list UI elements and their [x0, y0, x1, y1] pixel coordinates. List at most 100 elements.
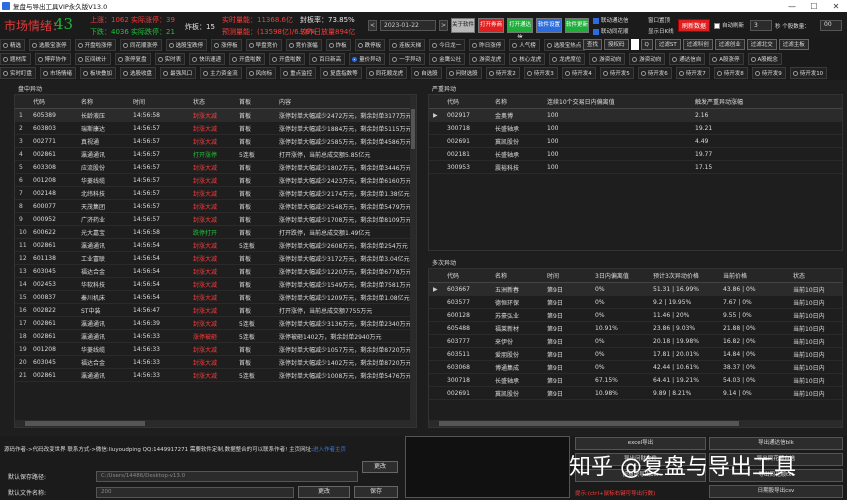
- filter-option[interactable]: 自选股: [411, 67, 442, 79]
- table-row[interactable]: 6 001208 华菱线缆 14:56:57 封涨大减 首板 涨停封单大幅减少2423万元，…: [15, 174, 416, 187]
- table-row[interactable]: 603511 爱朋股份 第9日 0% 17.81 | 20.01% 14.84 | 0% 当…: [429, 348, 842, 361]
- table-row[interactable]: 15 000837 秦川机床 14:56:54 封涨大减 首板 涨停封单大幅减少1209万元…: [15, 291, 416, 304]
- search-input[interactable]: [630, 39, 639, 50]
- filter-option[interactable]: 市场情绪: [40, 67, 77, 79]
- column-header[interactable]: 代码: [29, 97, 77, 106]
- scroll-thumb[interactable]: [25, 421, 145, 426]
- table-row[interactable]: ▶ 002917 金奥博 100 2.16: [429, 109, 842, 122]
- table-row[interactable]: 21 002861 瀛通通讯 14:56:33 封涨大减 5连板 涨停封单大幅减少1008万…: [15, 369, 416, 382]
- filter-option[interactable]: 竞价涨幅: [285, 39, 322, 51]
- table-row[interactable]: 3 002771 真视通 14:56:57 封涨大减 首板 涨停封单大幅减少2585万元，剩…: [15, 135, 416, 148]
- filter-option[interactable]: 选股宝跌停: [165, 39, 208, 51]
- column-header[interactable]: 3日内偏离值: [591, 271, 649, 280]
- update-button[interactable]: 软件更新: [565, 18, 589, 33]
- table-row[interactable]: 002181 长盛轴承 100 19.77: [429, 148, 842, 161]
- column-header[interactable]: 名称: [491, 271, 543, 280]
- query-button[interactable]: Q: [640, 39, 653, 50]
- close-icon[interactable]: ✕: [825, 2, 847, 11]
- refresh-button[interactable]: 刷新数据: [678, 19, 710, 32]
- scroll-thumb[interactable]: [439, 421, 739, 426]
- column-header[interactable]: 名称: [77, 97, 129, 106]
- filter-st-button[interactable]: 过滤ST: [654, 39, 681, 50]
- filter-option[interactable]: 待开发8: [713, 67, 748, 79]
- filter-option[interactable]: 开盘啦涨停: [74, 39, 117, 51]
- filter-option[interactable]: 开盘啦数: [269, 53, 306, 65]
- link-tdx-checkbox[interactable]: 联动通达信: [593, 16, 629, 24]
- maximize-icon[interactable]: ☐: [803, 2, 825, 11]
- table-row[interactable]: 1 605389 长龄液压 14:56:58 封涨大减 首板 涨停封单大幅减少2472万元，…: [15, 109, 416, 122]
- change-path-button[interactable]: 更改: [362, 461, 398, 473]
- open-broker-button[interactable]: 打开券商: [478, 18, 504, 33]
- export-csv-button[interactable]: 日期股导出csv: [709, 485, 843, 498]
- filter-option[interactable]: 重点监控: [280, 67, 317, 79]
- table-row[interactable]: 19 001208 华菱线缆 14:56:33 封涨大减 首板 涨停封单大幅减少1057万元…: [15, 343, 416, 356]
- column-header[interactable]: 预计3次异动价格: [649, 271, 719, 280]
- table-row[interactable]: 002691 冀凯股份 100 4.49: [429, 135, 842, 148]
- column-header[interactable]: 代码: [443, 97, 491, 106]
- column-header[interactable]: 状态: [189, 97, 235, 106]
- table-row[interactable]: 603777 来伊份 第9日 0% 20.18 | 19.98% 16.82 | 0% 当前…: [429, 335, 842, 348]
- filter-option[interactable]: 待开发10: [789, 67, 828, 79]
- filter-option[interactable]: 同花顺龙虎: [365, 67, 408, 79]
- table-row[interactable]: 300718 长盛轴承 第9日 67.15% 64.41 | 19.21% 54.03 |…: [429, 374, 842, 387]
- filter-option[interactable]: 风向标: [245, 67, 277, 79]
- date-picker[interactable]: 2023-01-22: [380, 20, 436, 31]
- filter-option[interactable]: 最强风口: [160, 67, 197, 79]
- save-path-input[interactable]: C:/Users/14486/Desktop-v13.0: [96, 471, 358, 482]
- horizontal-scrollbar[interactable]: [15, 420, 416, 427]
- filter-option[interactable]: 炸板: [325, 39, 351, 51]
- table-row[interactable]: 18 002861 瀛通通讯 14:56:33 涨停被砸 5连板 涨停被砸1402万，剩余封…: [15, 330, 416, 343]
- table-row[interactable]: 12 601138 工业富联 14:56:54 封涨大减 首板 涨停封单大幅减少3172万元…: [15, 252, 416, 265]
- filter-option[interactable]: 早盘竞价: [245, 39, 282, 51]
- scroll-thumb[interactable]: [411, 109, 415, 149]
- filter-option[interactable]: 主力资金流: [200, 67, 242, 79]
- filter-option[interactable]: 连板天梯: [389, 39, 426, 51]
- filter-option[interactable]: 精选: [0, 39, 26, 51]
- save-button[interactable]: 保存: [354, 486, 398, 498]
- prev-date-button[interactable]: <: [368, 20, 377, 31]
- filter-option[interactable]: 人气榜: [509, 39, 540, 51]
- filter-option[interactable]: 通达信自: [669, 53, 706, 65]
- column-header[interactable]: 代码: [443, 271, 491, 280]
- table-row[interactable]: 16 002822 ST中装 14:56:47 封涨大减 首板 打开涨停，当前总成交额775…: [15, 304, 416, 317]
- column-header[interactable]: 名称: [491, 97, 543, 106]
- filter-main-button[interactable]: 过滤主板: [778, 39, 809, 50]
- filter-option[interactable]: 实时表: [154, 53, 186, 65]
- filter-option[interactable]: A股涨停: [709, 53, 744, 65]
- filter-option[interactable]: 开盘啦数: [229, 53, 266, 65]
- show-kline-toggle[interactable]: 显示日K线: [648, 27, 674, 36]
- rename-button[interactable]: 更改: [298, 486, 350, 498]
- filter-kc-button[interactable]: 过滤科创: [682, 39, 713, 50]
- vertical-scrollbar[interactable]: [410, 95, 416, 427]
- file-name-input[interactable]: 200: [96, 487, 294, 498]
- column-header[interactable]: 当前价格: [719, 271, 789, 280]
- table-row[interactable]: 605488 福莱新材 第9日 10.91% 23.86 | 9.03% 21.88 | …: [429, 322, 842, 335]
- filter-option[interactable]: 待开发9: [751, 67, 786, 79]
- table-row[interactable]: 10 600622 光大嘉宝 14:56:58 跌停打开 首板 打开跌停，当前总成交额1.4…: [15, 226, 416, 239]
- column-header[interactable]: 时间: [543, 271, 591, 280]
- window-top-toggle[interactable]: 窗口置顶: [648, 16, 670, 25]
- column-header[interactable]: 触发严重异动涨幅: [691, 97, 841, 106]
- filter-option[interactable]: 今日龙一: [429, 39, 466, 51]
- filter-option[interactable]: 待开发5: [599, 67, 634, 79]
- filter-option[interactable]: 涨停板: [211, 39, 242, 51]
- filter-option[interactable]: 涨停复盘: [114, 53, 151, 65]
- table-row[interactable]: ▶ 603667 五洲新春 第9日 0% 51.31 | 16.99% 43.86 | 0%…: [429, 283, 842, 296]
- filter-option[interactable]: 选股宝热点: [543, 39, 586, 51]
- filter-option[interactable]: 区间统计: [74, 53, 111, 65]
- filter-option[interactable]: 实时盯盘: [0, 67, 37, 79]
- filter-option[interactable]: 百日新高: [309, 53, 346, 65]
- auth-code-button[interactable]: 授权码: [604, 39, 629, 50]
- filter-option[interactable]: 问财选股: [445, 67, 482, 79]
- table-row[interactable]: 300718 长盛轴承 100 19.21: [429, 122, 842, 135]
- search-button[interactable]: 查找: [583, 39, 603, 50]
- filter-option[interactable]: 核心龙虎: [509, 53, 546, 65]
- filter-option[interactable]: 游资动向: [629, 53, 666, 65]
- filter-option[interactable]: 复盘指数等: [320, 67, 362, 79]
- filter-option[interactable]: 待开发7: [675, 67, 710, 79]
- table-row[interactable]: 002691 冀凯股份 第9日 10.98% 9.89 | 8.21% 9.14 | 0%…: [429, 387, 842, 400]
- filter-option[interactable]: 一字异动: [389, 53, 426, 65]
- open-tdx-button[interactable]: 打开通达信: [507, 18, 533, 41]
- filter-option[interactable]: 待开发2: [485, 67, 520, 79]
- table-row[interactable]: 9 000952 广济药业 14:56:57 封涨大减 首板 涨停封单大幅减少1708万元，…: [15, 213, 416, 226]
